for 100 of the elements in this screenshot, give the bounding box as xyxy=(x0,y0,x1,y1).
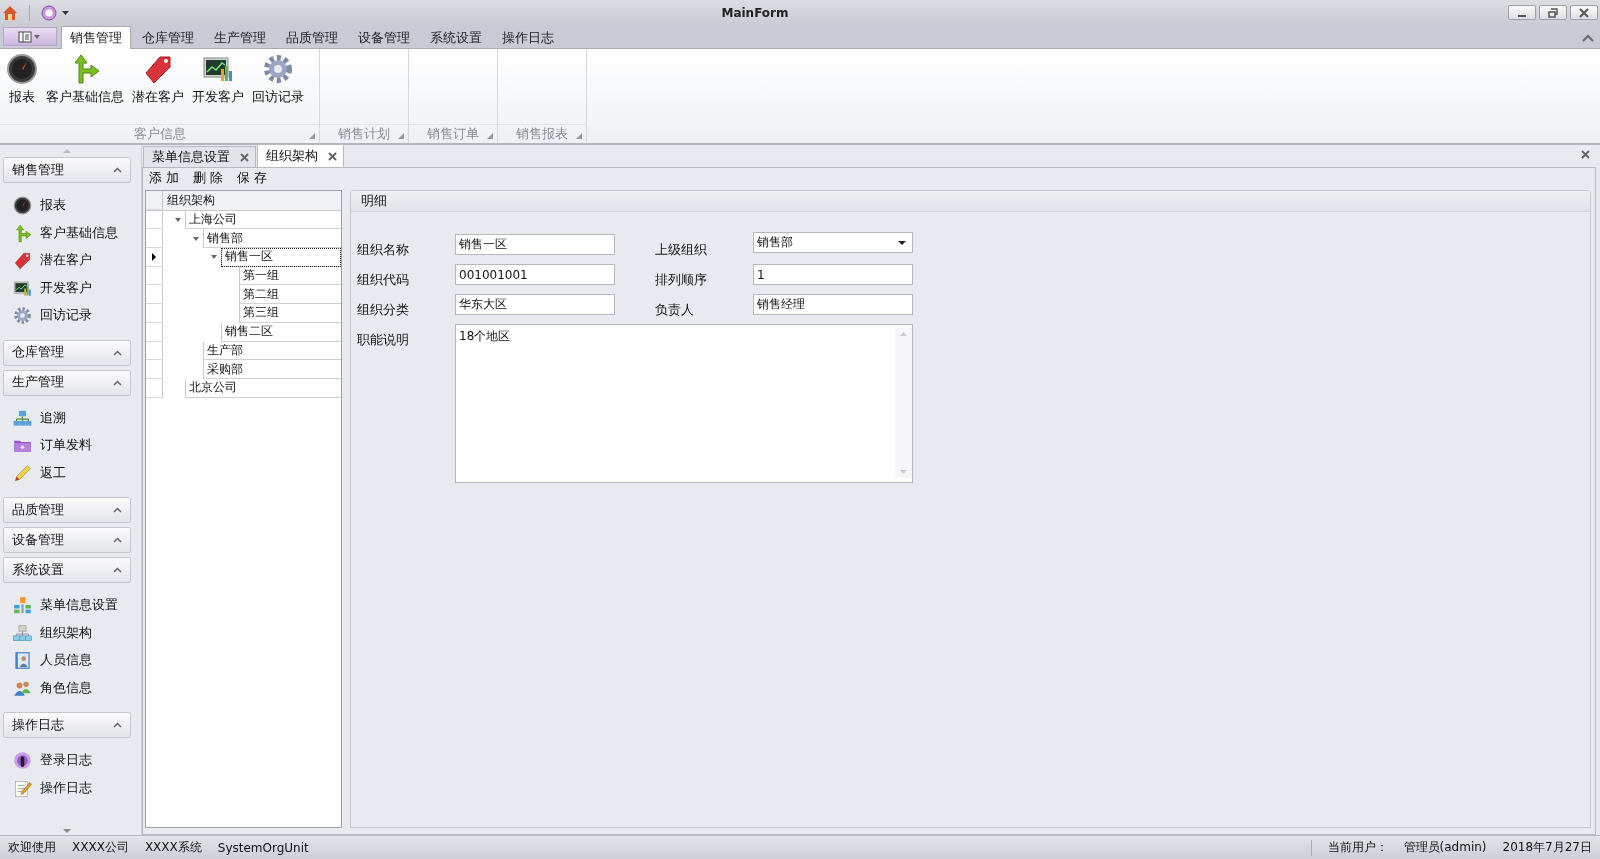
sidebar-item[interactable]: 追溯 xyxy=(39,409,66,427)
text-field[interactable]: 1 xyxy=(753,264,913,285)
minimize-button[interactable] xyxy=(1508,5,1536,20)
group-label: 销售计划 xyxy=(338,125,390,143)
panel-layout-icon xyxy=(18,30,42,43)
close-icon xyxy=(1579,7,1589,18)
scroll-up-icon[interactable] xyxy=(900,332,907,336)
home-icon[interactable] xyxy=(2,4,18,21)
window-title: MainForm xyxy=(720,5,790,20)
group-label: 销售报表 xyxy=(516,125,568,143)
sidebar-item[interactable]: 潜在客户 xyxy=(39,252,92,270)
tree-node[interactable]: 销售二区 xyxy=(221,322,341,342)
sidebar-item[interactable]: 开发客户 xyxy=(39,279,92,297)
panel-header: 明细 xyxy=(351,191,1590,212)
dialog-launcher-icon[interactable] xyxy=(487,133,493,139)
tree-node[interactable]: 采购部 xyxy=(203,360,341,379)
sidebar-group-header[interactable]: 仓库管理 xyxy=(2,339,131,366)
ribbon-button[interactable]: 潜在客户 xyxy=(128,52,188,124)
close-icon[interactable] xyxy=(240,152,249,162)
ribbon-button[interactable]: 客户基础信息 xyxy=(42,52,128,124)
status-text: 2018年7月27日 xyxy=(1502,839,1592,856)
circle-icon[interactable] xyxy=(41,4,57,21)
ribbon-button[interactable]: 回访记录 xyxy=(248,52,308,124)
memo-field[interactable]: 18个地区 xyxy=(455,324,913,483)
gear-icon xyxy=(262,53,294,85)
toolbar-button[interactable]: 保 存 xyxy=(236,169,267,187)
dropdown-field[interactable]: 销售部 xyxy=(753,232,913,253)
close-button[interactable] xyxy=(1570,5,1598,20)
document-tab[interactable]: 菜单信息设置 xyxy=(143,146,256,167)
tree-node[interactable]: 北京公司 xyxy=(185,378,341,398)
dialog-launcher-icon[interactable] xyxy=(576,133,582,139)
group-label: 客户信息 xyxy=(133,125,186,143)
scroll-up-icon[interactable] xyxy=(62,149,71,153)
tree-node[interactable]: 销售一区 xyxy=(221,248,341,267)
collapse-icon[interactable] xyxy=(192,234,200,243)
collapse-ribbon-icon[interactable] xyxy=(1582,34,1594,42)
ribbon-tab[interactable]: 系统设置 xyxy=(421,26,491,48)
text-field[interactable]: 001001001 xyxy=(455,264,615,285)
sidebar-item[interactable]: 菜单信息设置 xyxy=(39,597,118,615)
caret-icon[interactable] xyxy=(62,10,69,15)
sidebar-item[interactable]: 回访记录 xyxy=(39,307,92,325)
sidebar-group-header[interactable]: 生产管理 xyxy=(2,369,131,396)
ribbon-tab[interactable]: 设备管理 xyxy=(349,26,419,48)
scroll-down-icon[interactable] xyxy=(62,829,71,833)
sidebar-group-header[interactable]: 品质管理 xyxy=(2,497,131,523)
sidebar-item[interactable]: 人员信息 xyxy=(39,652,92,670)
text-field[interactable]: 销售一区 xyxy=(455,234,615,255)
sidebar-item[interactable]: 角色信息 xyxy=(39,679,92,697)
tree-node[interactable]: 生产部 xyxy=(203,341,341,361)
gauge-icon xyxy=(6,53,38,85)
sidebar-item[interactable]: 返工 xyxy=(39,464,66,482)
tree-node[interactable]: 第三组 xyxy=(239,304,341,323)
ribbon-button[interactable]: 开发客户 xyxy=(188,52,248,124)
sidebar-group-header[interactable]: 设备管理 xyxy=(2,527,131,553)
text-field[interactable]: 销售经理 xyxy=(753,294,913,315)
row-header[interactable] xyxy=(146,248,163,267)
sidebar-group-header[interactable]: 操作日志 xyxy=(2,712,131,738)
ribbon-tab[interactable]: 品质管理 xyxy=(277,26,347,48)
tree-node[interactable]: 上海公司 xyxy=(185,210,341,230)
sidebar-item[interactable]: 操作日志 xyxy=(39,779,92,797)
tree-node[interactable]: 销售部 xyxy=(203,229,341,249)
dialog-launcher-icon[interactable] xyxy=(309,133,315,139)
field-label: 负责人 xyxy=(655,301,695,319)
toolbar-button[interactable]: 删 除 xyxy=(193,169,223,187)
restore-button[interactable] xyxy=(1539,5,1567,20)
tree-node[interactable]: 第一组 xyxy=(239,266,341,286)
ribbon-button[interactable]: 报表 xyxy=(2,52,42,124)
dropdown-arrow-icon[interactable] xyxy=(898,240,906,245)
contact-card-icon xyxy=(12,651,32,671)
ribbon-tab[interactable]: 生产管理 xyxy=(205,26,275,48)
chevron-up-icon xyxy=(112,349,122,356)
close-icon[interactable] xyxy=(1581,150,1590,159)
pencil-icon xyxy=(12,463,32,483)
microphone-icon xyxy=(12,751,32,771)
sidebar-item[interactable]: 订单发料 xyxy=(39,437,92,455)
text-field[interactable]: 华东大区 xyxy=(455,294,615,315)
sidebar-item[interactable]: 组织架构 xyxy=(39,624,92,642)
document-tab[interactable]: 组织架构 xyxy=(257,144,344,167)
ribbon-tab[interactable]: 操作日志 xyxy=(493,26,563,48)
ribbon-tab[interactable]: 销售管理 xyxy=(61,26,131,49)
restore-icon xyxy=(1548,7,1558,18)
toolbar-button[interactable]: 添 加 xyxy=(149,169,179,187)
close-icon[interactable] xyxy=(328,151,337,161)
scroll-down-icon[interactable] xyxy=(900,470,907,474)
sidebar-group-header[interactable]: 销售管理 xyxy=(2,157,131,183)
chevron-up-icon xyxy=(112,167,122,173)
sidebar-item[interactable]: 客户基础信息 xyxy=(39,224,118,242)
status-text: 管理员(admin) xyxy=(1403,839,1487,856)
chart-icon xyxy=(12,278,32,298)
sidebar-group-header[interactable]: 系统设置 xyxy=(2,557,131,583)
org-chart-icon xyxy=(12,623,32,643)
tree-node[interactable]: 第二组 xyxy=(239,285,341,305)
dialog-launcher-icon[interactable] xyxy=(398,133,404,139)
sidebar-item[interactable]: 登录日志 xyxy=(39,752,92,770)
application-menu-button[interactable] xyxy=(3,27,57,46)
chevron-up-icon xyxy=(112,722,122,728)
ribbon-tab[interactable]: 仓库管理 xyxy=(133,26,203,48)
notepad-icon xyxy=(12,778,32,798)
tag-icon xyxy=(12,251,32,271)
sidebar-item[interactable]: 报表 xyxy=(39,197,66,215)
